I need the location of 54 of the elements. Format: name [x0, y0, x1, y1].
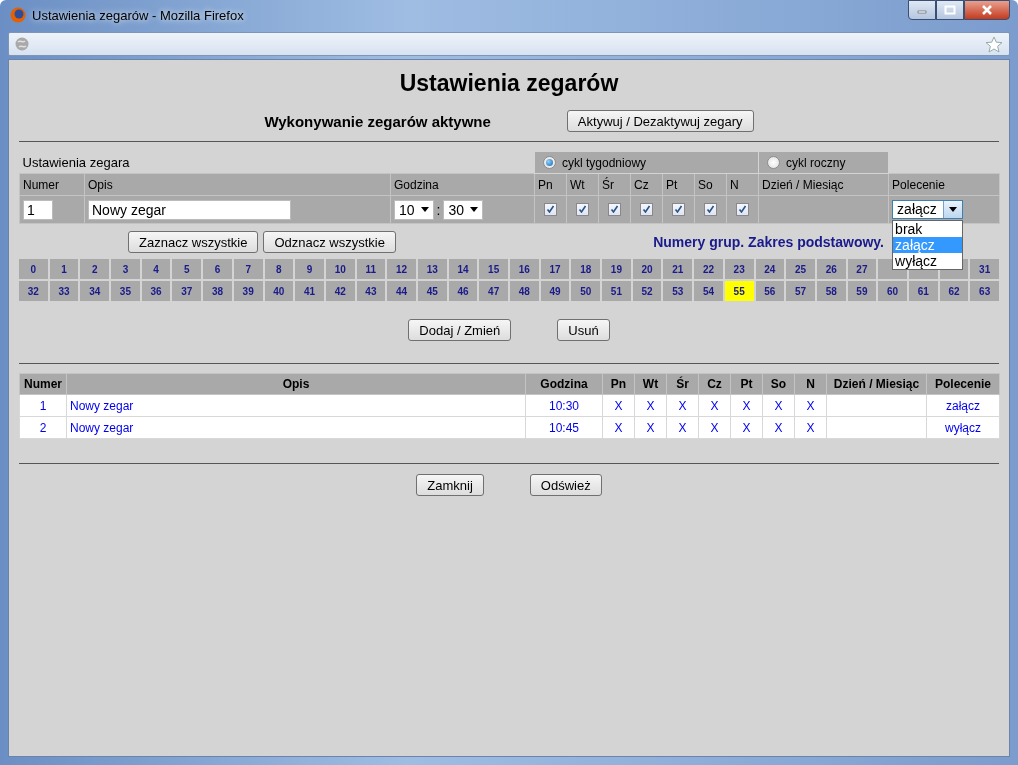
table-cell: X: [806, 398, 815, 413]
groups-caption: Numery grup. Zakres podstawowy.: [653, 234, 884, 250]
column-header: Cz: [707, 377, 722, 391]
window-title: Ustawienia zegarów - Mozilla Firefox: [32, 7, 244, 23]
table-cell: X: [646, 398, 655, 413]
column-header: Wt: [642, 377, 659, 391]
column-header: Opis: [282, 377, 310, 391]
table-cell: 1: [39, 398, 47, 413]
column-header: Godzina: [540, 377, 588, 391]
page-heading: Ustawienia zegarów: [398, 69, 620, 98]
table-cell: Nowy zegar: [70, 420, 134, 435]
column-header: Polecenie: [935, 377, 991, 391]
table-cell: wyłącz: [945, 420, 981, 435]
column-header: Śr: [602, 177, 614, 192]
column-header: Pn: [610, 377, 627, 391]
column-header: N: [806, 377, 815, 391]
table-cell: 2: [39, 420, 47, 435]
section-title: Ustawienia zegara: [22, 154, 130, 170]
table-cell: X: [710, 420, 719, 435]
column-header: Dzień / Miesiąc: [762, 177, 844, 192]
time-separator: :: [436, 201, 441, 218]
table-cell: załącz: [946, 398, 980, 413]
table-cell: 10:45: [549, 420, 579, 435]
column-header: Dzień / Miesiąc: [833, 377, 920, 391]
column-header: Polecenie: [892, 177, 945, 192]
table-cell: Nowy zegar: [70, 398, 134, 413]
column-header: Pt: [666, 177, 678, 192]
table-cell: X: [806, 420, 815, 435]
table-cell: X: [614, 420, 623, 435]
table-cell: X: [678, 398, 687, 413]
column-header: Pt: [740, 377, 753, 391]
radio-label: cykl roczny: [786, 155, 846, 170]
column-header: Numer: [23, 177, 59, 192]
column-header: Godzina: [394, 177, 439, 192]
table-cell: X: [742, 420, 751, 435]
column-header: Opis: [88, 177, 113, 192]
column-header: So: [698, 177, 713, 192]
column-header: Śr: [676, 377, 689, 391]
table-cell: X: [646, 420, 655, 435]
column-header: Pn: [538, 177, 553, 192]
table-cell: X: [774, 420, 783, 435]
status-text: Wykonywanie zegarów aktywne: [264, 112, 491, 130]
table-cell: 10:30: [549, 398, 579, 413]
column-header: Wt: [570, 177, 585, 192]
column-header: Numer: [24, 377, 62, 391]
table-cell: X: [742, 398, 751, 413]
table-cell: X: [774, 398, 783, 413]
table-cell: X: [710, 398, 719, 413]
column-header: So: [770, 377, 787, 391]
table-cell: X: [614, 398, 623, 413]
table-cell: X: [678, 420, 687, 435]
column-header: Cz: [634, 177, 649, 192]
radio-label: cykl tygodniowy: [562, 155, 647, 170]
column-header: N: [730, 177, 739, 192]
